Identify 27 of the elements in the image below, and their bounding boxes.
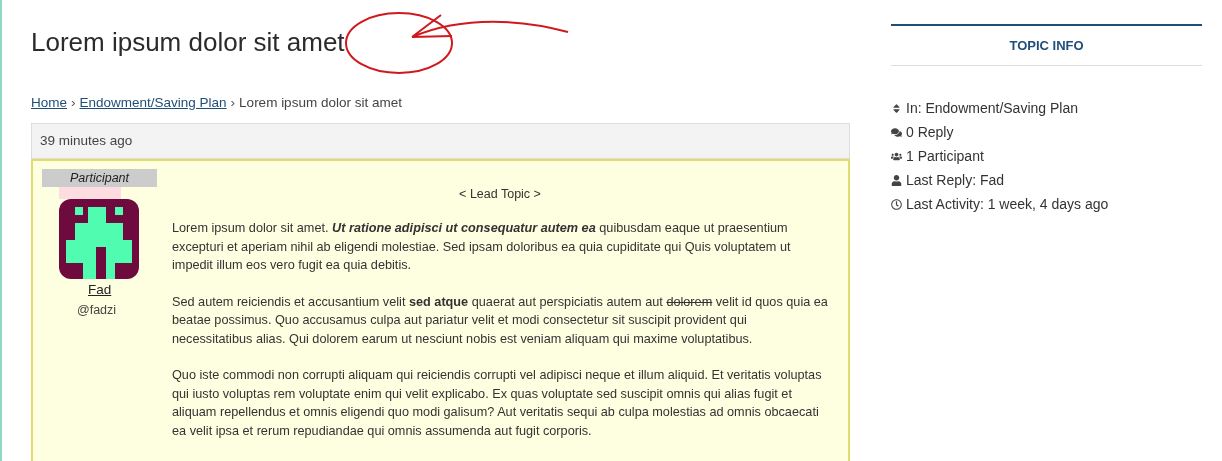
- post-paragraph: Lorem ipsum dolor sit amet. Ut ratione adipisci ut consequatur autem ea quibusdam eaque ut praesentium excepturi et aperiam nihil ab eligendi molestiae. Sed ipsam doloribus ea quia cupiditate qui Quis voluptatem ut impedit illum eos vero fugit ea quia debitis.: [172, 220, 792, 275]
- sort-icon: [891, 103, 902, 114]
- post-time: 39 minutes ago: [40, 132, 133, 151]
- lead-topic-label: < Lead Topic >: [459, 187, 541, 202]
- comments-icon: [891, 127, 902, 138]
- role-badge: Participant: [42, 169, 157, 188]
- author-link[interactable]: Fad: [88, 280, 112, 301]
- breadcrumb-separator: ›: [71, 94, 76, 112]
- avatar-highlight: [59, 187, 121, 200]
- topic-info-item: 0 Reply: [906, 123, 954, 142]
- breadcrumb-separator: ›: [230, 94, 236, 112]
- post-paragraph: Quo iste commodi non corrupti aliquam qui reiciendis corrupti vel adipisci neque et illum aliquid. Et veritatis voluptas qui iusto voluptas rem voluptate enim qui velit explicabo. Ex quas voluptate sed suscipit omnis qui alias fugit et aliquam repellendus et omnis eligendi quo modi galisum? Aut veritatis sequi ab culpa molestias ad omnis obcaecati ea velit ipsa et rerum repudiandae qui omnis assumenda aut fugit corporis.: [172, 367, 823, 440]
- users-icon: [891, 151, 902, 162]
- topic-info-item: 1 Participant: [906, 147, 984, 166]
- author-handle: @fadzi: [77, 301, 117, 319]
- clock-icon: [891, 199, 902, 210]
- page-title: Lorem ipsum dolor sit amet: [31, 26, 345, 58]
- topic-info-item: Last Activity: 1 week, 4 days ago: [906, 195, 1109, 214]
- breadcrumb-current: Lorem ipsum dolor sit amet: [239, 94, 402, 112]
- avatar-icon: [59, 199, 139, 280]
- sidebar-heading: TOPIC INFO: [891, 24, 1202, 66]
- breadcrumb-link[interactable]: Endowment/Saving Plan: [79, 93, 227, 114]
- topic-info-item: Last Reply: Fad: [906, 171, 1005, 190]
- post-paragraph: Sed autem reiciendis et accusantium velit sed atque quaerat aut perspiciatis autem aut dolorem velit id quos quia ea beatae possimus. Quo accusamus culpa aut pariatur velit et modi consectetur sit suscipit provident qui necessitatibus alias. Qui dolorem earum ut nesciunt nobis est veniam aliquam qui maxime voluptatibus.: [172, 293, 828, 348]
- topic-info-item: In: Endowment/Saving Plan: [906, 99, 1078, 118]
- breadcrumb-link[interactable]: Home: [31, 93, 67, 114]
- user-icon: [891, 175, 902, 186]
